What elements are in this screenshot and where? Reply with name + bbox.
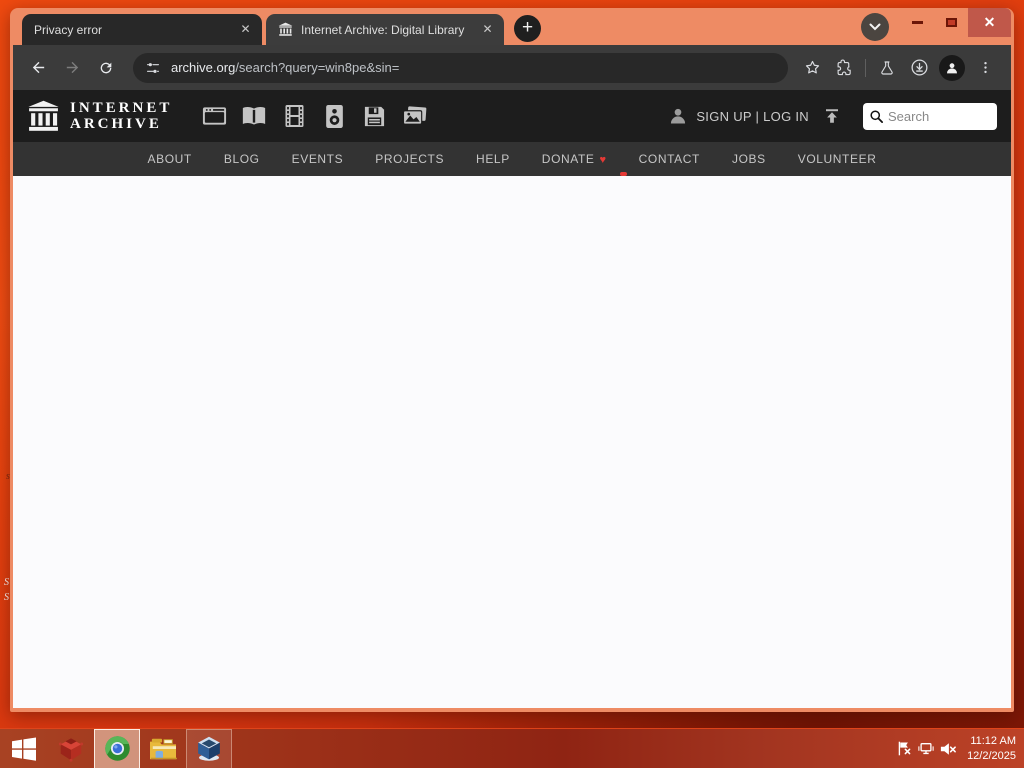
bookmark-star-icon[interactable] bbox=[797, 53, 827, 83]
site-settings-icon[interactable] bbox=[145, 60, 161, 76]
web-page: INTERNET ARCHIVE SIGN UP | LOG IN Search… bbox=[13, 90, 1011, 708]
tab-title: Internet Archive: Digital Library bbox=[301, 22, 465, 37]
volume-muted-icon[interactable] bbox=[937, 729, 959, 768]
nav-events[interactable]: EVENTS bbox=[292, 152, 344, 166]
profile-avatar-icon[interactable] bbox=[939, 54, 965, 81]
search-input[interactable] bbox=[888, 108, 991, 124]
media-type-icons bbox=[194, 99, 434, 133]
site-search-box[interactable] bbox=[863, 102, 997, 130]
person-icon bbox=[668, 106, 688, 126]
search-icon bbox=[869, 109, 884, 124]
nav-contact[interactable]: CONTACT bbox=[639, 152, 700, 166]
upload-icon[interactable] bbox=[823, 107, 841, 125]
start-button[interactable] bbox=[0, 729, 48, 768]
columns-building-icon bbox=[28, 100, 59, 131]
taskbar-file-explorer-button[interactable] bbox=[140, 729, 186, 768]
maximize-icon bbox=[945, 18, 957, 27]
clock-time: 11:12 AM bbox=[970, 734, 1016, 747]
window-close-button[interactable]: ✕ bbox=[968, 8, 1011, 37]
video-film-icon[interactable] bbox=[274, 99, 314, 133]
windows-logo-icon bbox=[12, 737, 36, 761]
red-box-app-icon bbox=[58, 737, 84, 762]
signup-login-link[interactable]: SIGN UP | LOG IN bbox=[696, 109, 809, 124]
nav-blog[interactable]: BLOG bbox=[224, 152, 260, 166]
tab-title: Privacy error bbox=[34, 22, 103, 37]
tab-close-icon[interactable]: ✕ bbox=[479, 21, 496, 38]
experiments-flask-icon[interactable] bbox=[872, 53, 902, 83]
browser-toolbar: archive.org/search?query=win8pe&sin= bbox=[13, 45, 1011, 90]
virtualbox-icon bbox=[198, 736, 220, 761]
chrome-icon bbox=[104, 736, 130, 761]
forward-button[interactable] bbox=[57, 53, 87, 83]
downloads-icon[interactable] bbox=[904, 53, 934, 83]
url-text: archive.org/search?query=win8pe&sin= bbox=[171, 60, 400, 75]
taskbar-clock[interactable]: 11:12 AM 12/2/2025 bbox=[967, 734, 1016, 764]
reload-button[interactable] bbox=[91, 53, 121, 83]
images-icon[interactable] bbox=[394, 99, 434, 133]
tab-strip: Privacy error ✕ Internet Archive: Digita… bbox=[10, 8, 1014, 45]
extensions-puzzle-icon[interactable] bbox=[829, 53, 859, 83]
header-right-cluster: SIGN UP | LOG IN bbox=[668, 102, 997, 130]
taskbar-pinned-red-app[interactable] bbox=[48, 729, 94, 768]
action-center-flag-icon[interactable] bbox=[893, 729, 915, 768]
browser-menu-kebab-icon[interactable] bbox=[970, 53, 1000, 83]
system-tray: 11:12 AM 12/2/2025 bbox=[893, 729, 1024, 768]
new-tab-button[interactable]: + bbox=[514, 15, 541, 42]
desktop-icon-label-fragment: S bbox=[4, 592, 9, 603]
tab-search-chevron-icon[interactable] bbox=[861, 13, 889, 41]
internet-archive-wordmark: INTERNET ARCHIVE bbox=[70, 99, 173, 133]
nav-donate[interactable]: DONATE ♥ bbox=[542, 152, 607, 166]
nav-help[interactable]: HELP bbox=[476, 152, 510, 166]
tab-internet-archive[interactable]: Internet Archive: Digital Library ✕ bbox=[266, 14, 504, 45]
audio-speaker-icon[interactable] bbox=[314, 99, 354, 133]
nav-about[interactable]: ABOUT bbox=[148, 152, 192, 166]
web-icon[interactable] bbox=[194, 99, 234, 133]
minimize-icon bbox=[911, 21, 923, 24]
software-floppy-icon[interactable] bbox=[354, 99, 394, 133]
taskbar-virtualbox-button[interactable] bbox=[186, 728, 232, 768]
browser-window: Privacy error ✕ Internet Archive: Digita… bbox=[10, 8, 1014, 712]
internet-archive-header: INTERNET ARCHIVE SIGN UP | LOG IN Search bbox=[13, 90, 1011, 142]
clock-date: 12/2/2025 bbox=[967, 749, 1016, 762]
internet-archive-navbar: ABOUT BLOG EVENTS PROJECTS HELP DONATE ♥ … bbox=[13, 142, 1011, 176]
back-button[interactable] bbox=[23, 53, 53, 83]
window-maximize-button[interactable] bbox=[934, 8, 968, 37]
address-bar[interactable]: archive.org/search?query=win8pe&sin= bbox=[133, 52, 788, 83]
file-explorer-icon bbox=[150, 738, 177, 759]
internet-archive-favicon-icon bbox=[278, 22, 293, 37]
donate-heart-icon: ♥ bbox=[599, 154, 607, 166]
page-content-blank bbox=[13, 176, 1011, 708]
internet-archive-logo[interactable]: INTERNET ARCHIVE bbox=[27, 99, 172, 134]
desktop-icon-label-fragment: S bbox=[4, 577, 9, 588]
windows-taskbar: 11:12 AM 12/2/2025 bbox=[0, 728, 1024, 768]
nav-projects[interactable]: PROJECTS bbox=[375, 152, 444, 166]
toolbar-separator bbox=[865, 58, 866, 77]
tab-privacy-error[interactable]: Privacy error ✕ bbox=[22, 14, 262, 45]
taskbar-chrome-button[interactable] bbox=[94, 728, 140, 768]
window-minimize-button[interactable] bbox=[900, 8, 934, 37]
network-icon[interactable] bbox=[915, 729, 937, 768]
texts-book-icon[interactable] bbox=[234, 99, 274, 133]
toolbar-action-icons bbox=[796, 53, 1001, 83]
nav-volunteer[interactable]: VOLUNTEER bbox=[798, 152, 877, 166]
tab-close-icon[interactable]: ✕ bbox=[237, 21, 254, 38]
nav-jobs[interactable]: JOBS bbox=[732, 152, 766, 166]
